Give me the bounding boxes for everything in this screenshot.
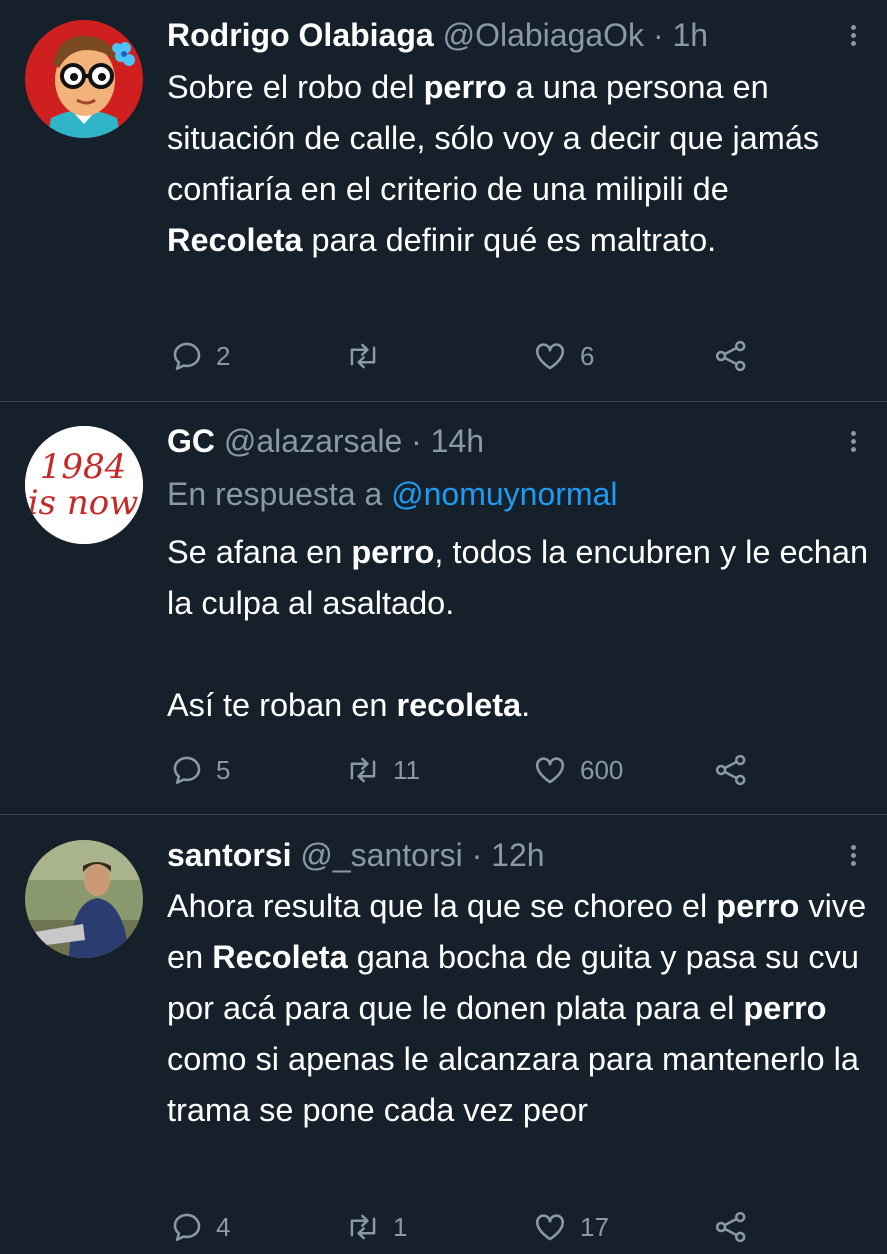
- tweet-header: santorsi @_santorsi · 12h: [167, 835, 545, 875]
- highlighted-keyword: Recoleta: [212, 939, 348, 975]
- tweet-paragraph: Así te roban en recoleta.: [167, 680, 872, 731]
- display-name[interactable]: Rodrigo Olabiaga: [167, 17, 434, 53]
- heart-icon: [535, 757, 565, 784]
- share-icon: [715, 754, 746, 786]
- tweet-actions: 5 11 600: [167, 750, 867, 790]
- share-button[interactable]: [713, 750, 749, 790]
- share-button[interactable]: [713, 336, 749, 376]
- tweet-actions: 4 1 17: [167, 1207, 867, 1247]
- reply-icon: [173, 1213, 201, 1242]
- separator-dot: ·: [652, 17, 664, 53]
- retweet-count: 1: [393, 1211, 408, 1242]
- reply-count: 5: [216, 754, 231, 785]
- tweet-paragraph: Se afana en perro, todos la encubren y l…: [167, 527, 872, 629]
- retweet-icon: [350, 1214, 376, 1240]
- retweet-count: 11: [393, 754, 420, 785]
- avatar[interactable]: [25, 20, 143, 138]
- retweet-icon: [350, 343, 376, 369]
- tweet-3[interactable]: santorsi @_santorsi · 12h Ahora resulta …: [0, 815, 887, 1254]
- tweet-header: GC @alazarsale · 14h: [167, 421, 484, 461]
- avatar-text-1984: 1984: [40, 447, 127, 487]
- tweet-1[interactable]: Rodrigo Olabiaga @OlabiagaOk · 1h Sobre …: [0, 0, 887, 400]
- like-button[interactable]: 17: [532, 1207, 609, 1247]
- avatar-text-isnow: is now: [28, 483, 139, 523]
- tweet-text-segment: como si apenas le alcanzara para mantene…: [167, 1041, 859, 1128]
- highlighted-keyword: Recoleta: [167, 222, 303, 258]
- timestamp[interactable]: 12h: [491, 837, 544, 873]
- cartoon-person-glasses-avatar-icon: [25, 20, 143, 138]
- photo-person-avatar-icon: [25, 840, 143, 958]
- highlighted-keyword: perro: [743, 990, 827, 1026]
- more-options-icon[interactable]: [838, 835, 868, 875]
- tweet-2[interactable]: 1984 is now GC @alazarsale · 14h En resp…: [0, 402, 887, 814]
- timestamp[interactable]: 1h: [672, 17, 708, 53]
- more-options-icon[interactable]: [838, 421, 868, 461]
- tweet-text-segment: .: [521, 687, 531, 723]
- tweet-text: Se afana en perro, todos la encubren y l…: [167, 527, 872, 731]
- timestamp[interactable]: 14h: [431, 423, 484, 459]
- tweet-text-segment: Sobre el robo del: [167, 69, 424, 105]
- separator-dot: ·: [471, 837, 483, 873]
- highlighted-keyword: perro: [423, 69, 507, 105]
- tweet-header: Rodrigo Olabiaga @OlabiagaOk · 1h: [167, 15, 708, 55]
- retweet-icon: [350, 757, 376, 783]
- nineteen-eighty-four-avatar-icon: 1984 is now: [25, 426, 143, 544]
- replying-to: En respuesta a @nomuynormal: [167, 474, 617, 514]
- avatar[interactable]: [25, 840, 143, 958]
- separator-dot: ·: [411, 423, 422, 459]
- tweet-text: Sobre el robo del perro a una persona en…: [167, 62, 872, 266]
- reply-button[interactable]: 5: [170, 750, 230, 790]
- tweet-text-segment: Ahora resulta que la que se choreo el: [167, 888, 717, 924]
- tweet-text: Ahora resulta que la que se choreo el pe…: [167, 881, 872, 1136]
- share-icon: [715, 340, 746, 372]
- tweet-paragraph: Ahora resulta que la que se choreo el pe…: [167, 881, 872, 1136]
- reply-icon: [173, 756, 201, 785]
- retweet-button[interactable]: 11: [345, 750, 420, 790]
- retweet-button[interactable]: 1: [345, 1207, 407, 1247]
- like-count: 600: [580, 754, 624, 785]
- reply-count: 4: [216, 1211, 231, 1242]
- more-options-icon[interactable]: [838, 15, 868, 55]
- like-count: 17: [580, 1211, 609, 1242]
- reply-button[interactable]: 4: [170, 1207, 230, 1247]
- tweet-paragraph: Sobre el robo del perro a una persona en…: [167, 62, 872, 266]
- highlighted-keyword: perro: [716, 888, 800, 924]
- like-button[interactable]: 600: [532, 750, 623, 790]
- heart-icon: [535, 1214, 565, 1241]
- user-handle[interactable]: @_santorsi: [300, 837, 462, 873]
- share-icon: [715, 1211, 746, 1243]
- highlighted-keyword: perro: [351, 534, 435, 570]
- tweet-text-segment: para definir qué es maltrato.: [302, 222, 717, 258]
- avatar[interactable]: 1984 is now: [25, 426, 143, 544]
- heart-icon: [535, 343, 565, 370]
- retweet-button[interactable]: [345, 336, 393, 376]
- replying-mention-link[interactable]: @nomuynormal: [391, 476, 617, 512]
- replying-label: En respuesta a: [167, 476, 383, 512]
- reply-count: 2: [216, 340, 231, 371]
- tweet-text-segment: Así te roban en: [167, 687, 397, 723]
- user-handle[interactable]: @alazarsale: [224, 423, 402, 459]
- like-count: 6: [580, 340, 595, 371]
- highlighted-keyword: recoleta: [396, 687, 522, 723]
- tweet-actions: 2 6: [167, 336, 867, 376]
- share-button[interactable]: [713, 1207, 749, 1247]
- reply-button[interactable]: 2: [170, 336, 230, 376]
- reply-icon: [173, 342, 201, 371]
- display-name[interactable]: santorsi: [167, 837, 291, 873]
- user-handle[interactable]: @OlabiagaOk: [443, 17, 644, 53]
- display-name[interactable]: GC: [167, 423, 215, 459]
- tweet-text-segment: Se afana en: [167, 534, 352, 570]
- like-button[interactable]: 6: [532, 336, 594, 376]
